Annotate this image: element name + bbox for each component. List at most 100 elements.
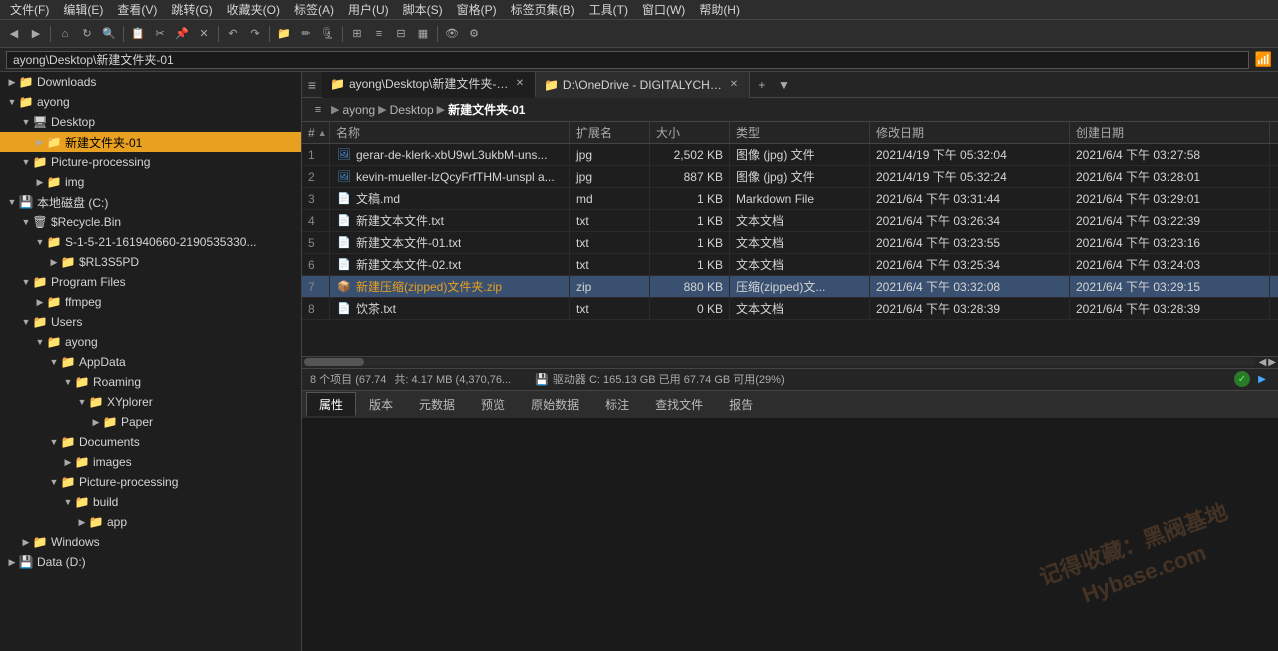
tab-close-button[interactable]: ✕ (727, 78, 741, 92)
file-list-container[interactable]: # ▲ 名称 扩展名 大小 类型 修改日期 (302, 122, 1278, 356)
bottom-tab-1[interactable]: 版本 (356, 392, 406, 416)
menu-tabset[interactable]: 标签页集(B) (505, 0, 581, 19)
expand-arrow-icon[interactable]: ▶ (34, 136, 46, 148)
tree-item[interactable]: ▼📁Roaming (0, 372, 301, 392)
col-created[interactable]: 创建日期 (1070, 122, 1270, 143)
search-button[interactable]: 🔍 (99, 24, 119, 44)
collapse-arrow-icon[interactable]: ▼ (34, 236, 46, 248)
add-tab-button[interactable]: + (750, 72, 774, 98)
expand-arrow-icon[interactable]: ▶ (48, 256, 60, 268)
file-row[interactable]: 5📄新建文本文件-01.txttxt1 KB文本文档2021/6/4 下午 03… (302, 232, 1278, 254)
undo-button[interactable]: ↶ (223, 24, 243, 44)
collapse-arrow-icon[interactable]: ▼ (20, 116, 32, 128)
menu-window[interactable]: 窗口(W) (636, 0, 691, 19)
tree-item[interactable]: ▶📁$RL3S5PD (0, 252, 301, 272)
forward-button[interactable]: ▶ (26, 24, 46, 44)
refresh-button[interactable]: ↻ (77, 24, 97, 44)
breadcrumb-ayong[interactable]: ayong (342, 103, 375, 117)
col-modified[interactable]: 修改日期 (870, 122, 1070, 143)
tab-menu-button[interactable]: ≡ (302, 75, 322, 95)
preview-button[interactable]: 👁 (442, 24, 462, 44)
tree-item[interactable]: ▼📁build (0, 492, 301, 512)
expand-arrow-icon[interactable]: ▶ (20, 536, 32, 548)
collapse-arrow-icon[interactable]: ▼ (48, 356, 60, 368)
breadcrumb-menu-btn[interactable]: ≡ (308, 100, 328, 120)
menu-user[interactable]: 用户(U) (342, 0, 395, 19)
collapse-arrow-icon[interactable]: ▼ (20, 216, 32, 228)
address-input[interactable] (6, 51, 1249, 69)
expand-arrow-icon[interactable]: ▶ (34, 296, 46, 308)
collapse-arrow-icon[interactable]: ▼ (62, 376, 74, 388)
back-button[interactable]: ◀ (4, 24, 24, 44)
tree-item[interactable]: ▶📁img (0, 172, 301, 192)
tree-item[interactable]: ▼📁Picture-processing (0, 472, 301, 492)
column-button[interactable]: ▦ (413, 24, 433, 44)
file-row[interactable]: 4📄新建文本文件.txttxt1 KB文本文档2021/6/4 下午 03:26… (302, 210, 1278, 232)
breadcrumb-folder[interactable]: 新建文件夹-01 (448, 101, 525, 118)
new-folder-button[interactable]: 📁 (274, 24, 294, 44)
bottom-tab-4[interactable]: 原始数据 (518, 392, 592, 416)
menu-edit[interactable]: 编辑(E) (57, 0, 109, 19)
paste-button[interactable]: 📌 (172, 24, 192, 44)
bottom-tab-2[interactable]: 元数据 (406, 392, 468, 416)
collapse-arrow-icon[interactable]: ▼ (6, 196, 18, 208)
bottom-tab-7[interactable]: 报告 (716, 392, 766, 416)
file-row[interactable]: 3📄文稿.mdmd1 KBMarkdown File2021/6/4 下午 03… (302, 188, 1278, 210)
rename-button[interactable]: ✏ (296, 24, 316, 44)
collapse-arrow-icon[interactable]: ▼ (48, 436, 60, 448)
collapse-arrow-icon[interactable]: ▼ (6, 96, 18, 108)
hscroll-bar[interactable]: ◀ ▶ (302, 356, 1278, 368)
col-num[interactable]: # ▲ (302, 122, 330, 143)
col-name[interactable]: 名称 (330, 122, 570, 143)
menu-file[interactable]: 文件(F) (4, 0, 55, 19)
menu-view[interactable]: 查看(V) (111, 0, 163, 19)
expand-arrow-icon[interactable]: ▶ (76, 516, 88, 528)
tree-item[interactable]: ▼📁Users (0, 312, 301, 332)
settings-button[interactable]: ⚙ (464, 24, 484, 44)
tree-item[interactable]: ▼📁Program Files (0, 272, 301, 292)
file-row[interactable]: 7📦新建压缩(zipped)文件夹.zipzip880 KB压缩(zipped)… (302, 276, 1278, 298)
menu-tools[interactable]: 工具(T) (583, 0, 634, 19)
menu-panes[interactable]: 窗格(P) (451, 0, 503, 19)
bottom-tab-0[interactable]: 属性 (306, 392, 356, 416)
cut-button[interactable]: ✂ (150, 24, 170, 44)
expand-arrow-icon[interactable]: ▶ (6, 556, 18, 568)
tree-item[interactable]: ▶📁app (0, 512, 301, 532)
expand-arrow-icon[interactable]: ▶ (90, 416, 102, 428)
file-row[interactable]: 6📄新建文本文件-02.txttxt1 KB文本文档2021/6/4 下午 03… (302, 254, 1278, 276)
tree-item[interactable]: ▶💾Data (D:) (0, 552, 301, 572)
redo-button[interactable]: ↷ (245, 24, 265, 44)
col-ext[interactable]: 扩展名 (570, 122, 650, 143)
collapse-arrow-icon[interactable]: ▼ (48, 476, 60, 488)
file-row[interactable]: 2🖼kevin-mueller-lzQcyFrfTHM-unspl a...jp… (302, 166, 1278, 188)
bottom-tab-3[interactable]: 预览 (468, 392, 518, 416)
col-size[interactable]: 大小 (650, 122, 730, 143)
copy-button[interactable]: 📋 (128, 24, 148, 44)
menu-jump[interactable]: 跳转(G) (165, 0, 218, 19)
tree-item[interactable]: ▶📁images (0, 452, 301, 472)
collapse-arrow-icon[interactable]: ▼ (76, 396, 88, 408)
collapse-arrow-icon[interactable]: ▼ (34, 336, 46, 348)
bottom-tab-5[interactable]: 标注 (592, 392, 642, 416)
menu-tags[interactable]: 标签(A) (288, 0, 340, 19)
tree-item[interactable]: ▶📁ffmpeg (0, 292, 301, 312)
tree-item[interactable]: ▶📁Downloads (0, 72, 301, 92)
file-tab-1[interactable]: 📁D:\OneDrive - DIGITALYCHEE\内...\通稿图片✕ (536, 72, 750, 98)
tree-item[interactable]: ▼📁AppData (0, 352, 301, 372)
tree-item[interactable]: ▼📁Picture-processing (0, 152, 301, 172)
tree-item[interactable]: ▼📁ayong (0, 92, 301, 112)
tree-item[interactable]: ▼📁Documents (0, 432, 301, 452)
tree-item[interactable]: ▼📁ayong (0, 332, 301, 352)
tree-item[interactable]: ▼📁S-1-5-21-161940660-2190535330... (0, 232, 301, 252)
tree-item[interactable]: ▼🗑$Recycle.Bin (0, 212, 301, 232)
collapse-arrow-icon[interactable]: ▼ (20, 276, 32, 288)
collapse-arrow-icon[interactable]: ▼ (20, 316, 32, 328)
expand-arrow-icon[interactable]: ▶ (62, 456, 74, 468)
expand-arrow-icon[interactable]: ▶ (6, 76, 18, 88)
tab-close-button[interactable]: ✕ (513, 77, 527, 91)
filter-button[interactable]: ⊞ (347, 24, 367, 44)
menu-scripts[interactable]: 脚本(S) (397, 0, 449, 19)
tree-item[interactable]: ▼🖥Desktop (0, 112, 301, 132)
expand-arrow-icon[interactable]: ▶ (34, 176, 46, 188)
menu-help[interactable]: 帮助(H) (693, 0, 746, 19)
